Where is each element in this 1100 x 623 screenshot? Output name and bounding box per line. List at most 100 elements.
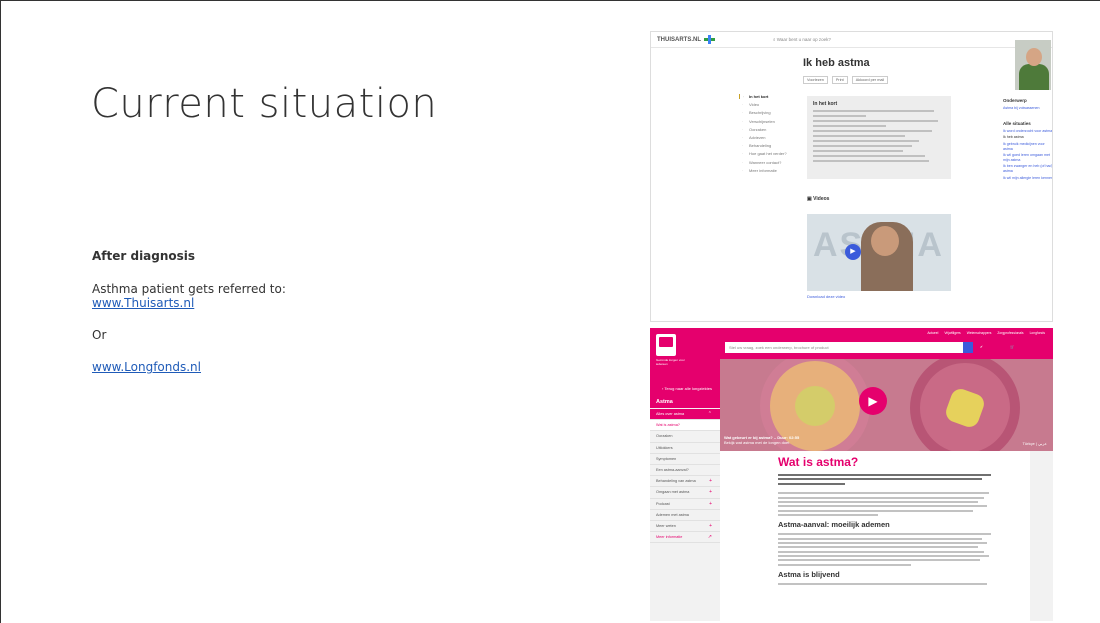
article-subheading: Astma is blijvend	[778, 569, 840, 579]
nav-item[interactable]: Video	[739, 102, 799, 107]
referral-paragraph: Asthma patient gets referred to: www.Thu…	[92, 282, 392, 310]
chevron-up-icon: ⌃	[707, 411, 712, 417]
videos-title: Videos	[813, 196, 830, 202]
menu-item-label: Behandeling van astma	[656, 479, 696, 484]
in-het-kort-box: In het kort	[807, 96, 951, 179]
thuisarts-sidebar: Onderwerp Astma bij volwassenen Alle sit…	[1003, 98, 1052, 182]
menu-item-label: Meer weten	[656, 523, 676, 528]
videos-heading: ▣ Videos	[807, 196, 830, 202]
longfonds-screenshot: Gezonde longen voor iedereen ‹ Terug naa…	[650, 328, 1053, 621]
nav-item[interactable]: Verschijnselen	[739, 119, 799, 124]
menu-item-label: Podcast	[656, 501, 670, 506]
mail-button[interactable]: Akkoord per mail	[851, 76, 889, 84]
nav-item[interactable]: Beschrijving	[739, 110, 799, 115]
top-link[interactable]: Wetenschappers	[967, 331, 992, 335]
airway-illustration-asthma	[910, 359, 1020, 451]
or-text: Or	[92, 328, 107, 342]
print-button[interactable]: Print	[831, 76, 848, 84]
longfonds-search-input[interactable]: Stel uw vraag, zoek een onderwerp, broch…	[725, 342, 963, 353]
play-icon[interactable]: ▶	[845, 244, 861, 260]
thuisarts-screenshot: THUISARTS.NL ⌕ Waar bent u naar op zoek?…	[650, 31, 1053, 322]
nav-item[interactable]: Adviezen	[739, 135, 799, 140]
read-aloud-button[interactable]: Voorlezen	[803, 76, 828, 84]
hero-caption-sub: Bekijk wat astma met de longen doet	[724, 440, 790, 445]
nav-item[interactable]: Hoe gaat het verder?	[739, 151, 799, 156]
language-switch[interactable]: Türkçe | عربي	[1022, 441, 1047, 446]
sidebar-link[interactable]: Ik word onderzocht voor astma	[1003, 129, 1052, 134]
menu-item[interactable]: Alles over astma ⌃	[650, 409, 720, 421]
menu-item-label: Uitlokkers	[656, 445, 673, 450]
longfonds-link[interactable]: www.Longfonds.nl	[92, 360, 201, 374]
cart-icon[interactable]: 🛒	[1010, 345, 1014, 349]
hero-video[interactable]: ▶ Wat gebeurt er bij astma? – Duur: 02:5…	[720, 359, 1053, 451]
nav-item[interactable]: In het kort	[739, 94, 799, 99]
menu-item-label: Alles over astma	[656, 412, 685, 416]
sidebar-link[interactable]: Ik wil mijn allergie leren kennen	[1003, 176, 1052, 181]
sidebar-link[interactable]: Ik heb astma	[1003, 135, 1052, 140]
external-link-icon: ↗	[707, 534, 712, 541]
video-person-head	[871, 226, 899, 256]
in-het-kort-title: In het kort	[813, 101, 838, 107]
thuisarts-actions: Voorlezen Print Akkoord per mail	[803, 76, 889, 84]
after-diagnosis-heading: After diagnosis	[92, 249, 196, 263]
menu-item[interactable]: Omgaan met astma +	[650, 487, 720, 499]
thuisarts-link[interactable]: www.Thuisarts.nl	[92, 296, 194, 310]
slide: Current situation After diagnosis Asthma…	[0, 0, 1100, 623]
top-link[interactable]: Actueel	[927, 331, 938, 335]
longfonds-article: Wat is astma? Astma-aanval: moeilijk ade…	[778, 455, 1000, 587]
menu-item-label: Omgaan met astma	[656, 490, 690, 495]
download-video-link[interactable]: Download deze video	[807, 294, 845, 299]
slide-body: After diagnosis Asthma patient gets refe…	[92, 249, 392, 392]
longfonds-paragraph: www.Longfonds.nl	[92, 360, 392, 374]
sidebar-heading-onderwerp: Onderwerp	[1003, 98, 1027, 103]
menu-item-label: Wat is astma?	[656, 423, 680, 428]
thuisarts-page-title: Ik heb astma	[803, 57, 870, 69]
plus-icon: +	[709, 522, 712, 529]
menu-item[interactable]: Een astma-aanval?	[650, 465, 720, 477]
video-player[interactable]: ASTMA ▶	[807, 214, 951, 291]
nav-item[interactable]: Meer informatie	[739, 168, 799, 173]
menu-item[interactable]: Uitlokkers	[650, 443, 720, 454]
menu-item[interactable]: Meer weten +	[650, 521, 720, 533]
thuisarts-search-placeholder: Waar bent u naar op zoek?	[776, 37, 831, 42]
checkmark-icon[interactable]: ✔	[980, 345, 983, 349]
menu-item[interactable]: Wat is astma?	[650, 420, 720, 432]
nav-item[interactable]: Behandeling	[739, 143, 799, 148]
play-icon[interactable]: ▶	[859, 387, 887, 415]
menu-item[interactable]: Ademen met astma	[650, 510, 720, 521]
doctor-photo	[1015, 40, 1051, 90]
longfonds-menu: Alles over astma ⌃ Wat is astma? Oorzaken…	[650, 409, 720, 544]
referral-intro: Asthma patient gets referred to:	[92, 282, 286, 296]
top-link[interactable]: Vrijwilligers	[944, 331, 960, 335]
longfonds-tagline: Gezonde longen voor iedereen	[656, 358, 685, 366]
menu-item[interactable]: Behandeling van astma +	[650, 476, 720, 488]
nav-item[interactable]: Wanneer contact?	[739, 160, 799, 165]
plus-cross-icon	[704, 35, 715, 44]
article-title: Wat is astma?	[778, 455, 859, 469]
thuisarts-logo-text: THUISARTS.NL	[657, 36, 701, 43]
longfonds-topbar: Actueel Vrijwilligers Wetenschappers Zor…	[720, 328, 1053, 338]
thuisarts-logo[interactable]: THUISARTS.NL	[657, 35, 715, 44]
top-link[interactable]: Longfonds	[1030, 331, 1045, 335]
nav-item[interactable]: Oorzaken	[739, 127, 799, 132]
sidebar-link[interactable]: Astma bij volwassenen	[1003, 106, 1052, 111]
thuisarts-search-input[interactable]: ⌕ Waar bent u naar op zoek?	[773, 37, 831, 42]
menu-item[interactable]: Meer informatie ↗	[650, 532, 720, 544]
section-title: Astma	[650, 396, 720, 408]
back-link[interactable]: ‹ Terug naar alle longziektes	[662, 386, 712, 391]
menu-item[interactable]: Podcast +	[650, 499, 720, 510]
search-icon[interactable]	[963, 342, 973, 353]
sidebar-link[interactable]: Ik wil goed leren omgaan met mijn astma	[1003, 153, 1052, 162]
top-link[interactable]: Zorgprofessionals	[997, 331, 1023, 335]
sidebar-link[interactable]: Ik gebruik medicijnen voor astma	[1003, 142, 1052, 151]
menu-item-label: Meer informatie	[656, 535, 683, 540]
menu-item-label: Een astma-aanval?	[656, 467, 689, 472]
longfonds-logo[interactable]	[656, 334, 676, 356]
menu-item[interactable]: Symptomen	[650, 454, 720, 465]
article-subheading: Astma-aanval: moeilijk ademen	[778, 520, 890, 530]
back-link-label: Terug naar alle longziektes	[664, 386, 712, 391]
sidebar-link[interactable]: Ik ben zwanger en heb (of had) astma	[1003, 164, 1052, 173]
plus-icon: +	[709, 489, 712, 496]
thuisarts-header: THUISARTS.NL ⌕ Waar bent u naar op zoek?	[651, 32, 1052, 48]
menu-item[interactable]: Oorzaken	[650, 431, 720, 443]
